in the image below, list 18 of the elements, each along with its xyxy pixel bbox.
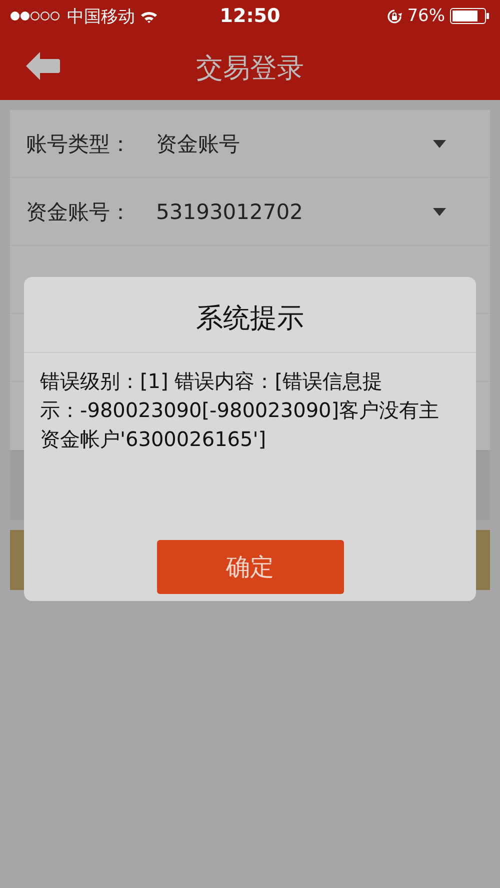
field-label: 资金账号： <box>26 198 132 226</box>
back-button[interactable] <box>26 52 60 80</box>
dialog-title: 系统提示 <box>24 277 476 353</box>
select-field[interactable]: 53193012702 <box>156 200 433 224</box>
page-title: 交易登录 <box>196 52 304 86</box>
clock-time: 12:50 <box>220 5 280 27</box>
field-label: 账号类型： <box>26 130 132 158</box>
rotation-lock-icon <box>387 8 402 24</box>
back-arrow-icon <box>26 52 60 80</box>
dropdown-icon <box>433 208 446 216</box>
error-message: 错误级别：[1] 错误内容：[错误信息提示：-980023090[-980023090]客户没有主资金帐户'6300026165'] <box>39 368 440 453</box>
select-field[interactable]: 资金账号 <box>156 130 433 158</box>
carrier-name: 中国移动 <box>67 6 135 28</box>
wifi-icon <box>140 10 158 22</box>
signal-icon <box>10 11 62 21</box>
dropdown-icon <box>433 140 446 148</box>
battery-icon <box>450 8 490 24</box>
battery-percent: 76% <box>407 6 445 26</box>
